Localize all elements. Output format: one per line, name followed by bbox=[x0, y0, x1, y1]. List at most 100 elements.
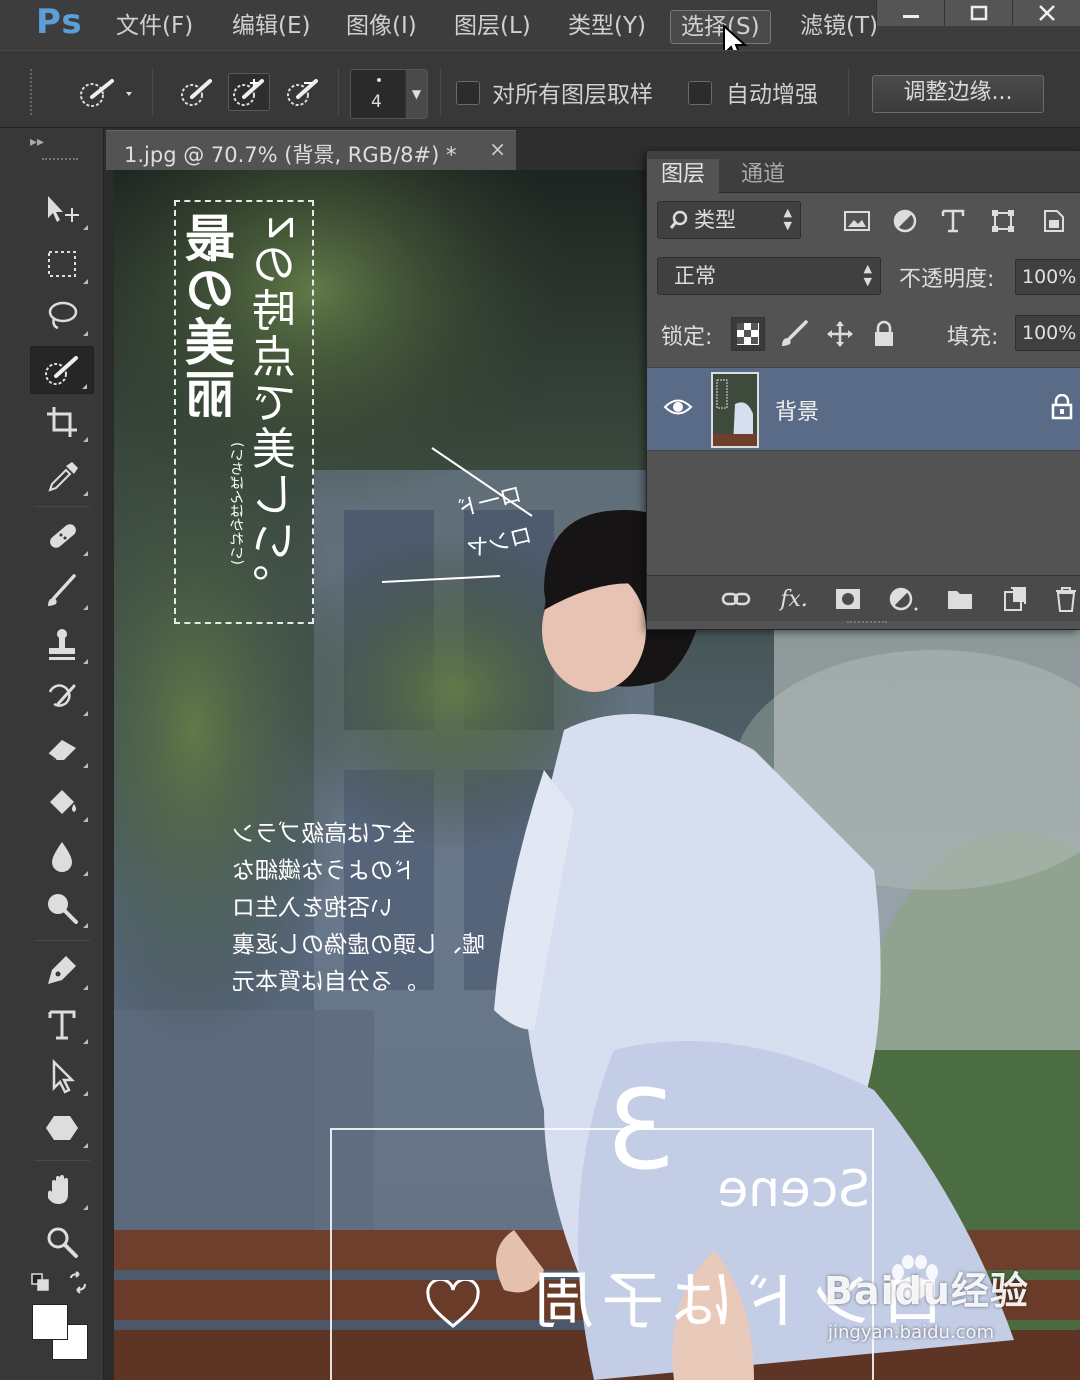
menu-layer[interactable]: 图层(L) bbox=[444, 10, 541, 44]
tab-channels[interactable]: 通道 bbox=[727, 159, 799, 193]
shape-tool[interactable] bbox=[30, 1104, 94, 1152]
filter-smart-objects-button[interactable] bbox=[1037, 205, 1069, 237]
sample-all-layers-label: 对所有图层取样 bbox=[492, 82, 653, 108]
type-icon bbox=[48, 1010, 76, 1040]
document-tab[interactable]: 1.jpg @ 70.7% (背景, RGB/8#) * × bbox=[106, 130, 516, 170]
maximize-button[interactable] bbox=[944, 0, 1012, 26]
body-text-line: 。る分自は質本元 bbox=[232, 969, 416, 995]
layer-row-background[interactable]: 背景 bbox=[647, 367, 1080, 451]
link-layers-button[interactable] bbox=[721, 584, 751, 614]
eraser-icon bbox=[47, 740, 76, 761]
marquee-tool[interactable] bbox=[30, 240, 94, 288]
type-icon bbox=[941, 209, 965, 233]
swap-colors-icon[interactable] bbox=[66, 1270, 90, 1294]
title-text-selection[interactable]: 最の美丽 (いちばんはかれい) zの時点で美しい。 bbox=[174, 200, 314, 624]
refine-edge-button[interactable]: 调整边缘... bbox=[872, 75, 1044, 113]
move-tool[interactable] bbox=[30, 186, 94, 234]
lasso-tool[interactable] bbox=[30, 292, 94, 340]
menu-type[interactable]: 类型(Y) bbox=[558, 10, 656, 44]
healing-brush-tool[interactable] bbox=[30, 512, 94, 560]
delete-layer-button[interactable] bbox=[1051, 584, 1080, 614]
document-tab-label: 1.jpg @ 70.7% (背景, RGB/8#) * bbox=[124, 143, 457, 167]
filter-type-layers-button[interactable] bbox=[937, 205, 969, 237]
quick-selection-tool[interactable] bbox=[30, 346, 94, 394]
clone-stamp-tool[interactable] bbox=[30, 620, 94, 668]
eye-icon[interactable] bbox=[663, 396, 693, 418]
new-selection-brush[interactable] bbox=[176, 73, 218, 111]
options-grip[interactable] bbox=[30, 69, 32, 115]
eyedropper-tool[interactable] bbox=[30, 452, 94, 500]
collapse-panel-icon[interactable]: ▸▸ bbox=[30, 134, 44, 150]
new-layer-icon bbox=[1004, 587, 1026, 611]
chevron-down-icon[interactable]: ▼ bbox=[405, 70, 427, 118]
close-document-icon[interactable]: × bbox=[489, 137, 506, 161]
add-mask-button[interactable] bbox=[833, 584, 863, 614]
lock-image-pixels-button[interactable] bbox=[777, 317, 811, 351]
subtract-from-selection-brush[interactable] bbox=[282, 73, 324, 111]
filter-shape-layers-button[interactable] bbox=[987, 205, 1019, 237]
panel-resize-grip[interactable] bbox=[847, 621, 887, 627]
tools-grip[interactable] bbox=[42, 158, 78, 164]
add-to-selection-brush[interactable] bbox=[228, 73, 270, 111]
default-colors-icon[interactable] bbox=[30, 1272, 52, 1294]
new-group-button[interactable] bbox=[945, 584, 975, 614]
hand-tool[interactable] bbox=[30, 1166, 94, 1214]
eraser-tool[interactable] bbox=[30, 724, 94, 772]
lock-label: 锁定: bbox=[661, 325, 713, 350]
sample-all-layers-checkbox[interactable] bbox=[456, 81, 480, 105]
pen-icon bbox=[48, 956, 76, 984]
polygon-shape-icon bbox=[46, 1116, 78, 1140]
foreground-color-swatch[interactable] bbox=[32, 1304, 68, 1340]
history-brush-tool[interactable] bbox=[30, 672, 94, 720]
fill-field[interactable]: 100% bbox=[1015, 315, 1080, 351]
layer-filter-label: 类型 bbox=[694, 208, 736, 232]
menu-image[interactable]: 图像(I) bbox=[336, 10, 427, 44]
blend-mode-select[interactable]: 正常 ▲ ▼ bbox=[657, 257, 881, 295]
brush-size-picker[interactable]: 4 ▼ bbox=[350, 69, 428, 119]
auto-enhance-label: 自动增强 bbox=[726, 82, 818, 108]
menu-filter[interactable]: 滤镜(T) bbox=[790, 10, 888, 44]
zoom-tool[interactable] bbox=[30, 1218, 94, 1266]
blur-tool[interactable] bbox=[30, 832, 94, 880]
filter-pixel-layers-button[interactable] bbox=[841, 205, 873, 237]
smart-object-icon bbox=[1044, 210, 1064, 232]
auto-enhance-checkbox[interactable] bbox=[688, 81, 712, 105]
minimize-button[interactable] bbox=[876, 0, 944, 26]
separator bbox=[848, 69, 849, 115]
half-circle-icon bbox=[889, 587, 918, 611]
type-tool[interactable] bbox=[30, 1000, 94, 1048]
add-layer-style-button[interactable]: fx. bbox=[779, 584, 809, 614]
filter-adjustment-layers-button[interactable] bbox=[889, 205, 921, 237]
tab-layers[interactable]: 图层 bbox=[647, 159, 720, 193]
pen-tool[interactable] bbox=[30, 946, 94, 994]
lock-all-button[interactable] bbox=[867, 317, 901, 351]
layer-name[interactable]: 背景 bbox=[775, 394, 819, 426]
tool-preset-picker[interactable] bbox=[64, 73, 144, 111]
folder-icon bbox=[948, 591, 972, 609]
crop-tool[interactable] bbox=[30, 398, 94, 446]
lock-position-button[interactable] bbox=[823, 317, 857, 351]
new-adjustment-layer-button[interactable] bbox=[889, 584, 919, 614]
path-selection-arrow-icon bbox=[52, 1058, 76, 1094]
stamp-icon bbox=[49, 629, 75, 660]
mask-icon bbox=[836, 589, 860, 609]
dodge-tool[interactable] bbox=[30, 884, 94, 932]
lock-transparent-pixels-button[interactable] bbox=[731, 317, 765, 351]
close-window-button[interactable] bbox=[1012, 0, 1080, 26]
layer-thumbnail-image bbox=[713, 374, 757, 446]
menu-edit[interactable]: 编辑(E) bbox=[222, 10, 320, 44]
brush-tool[interactable] bbox=[30, 566, 94, 614]
layer-filter-select[interactable]: 类型 ▲ ▼ bbox=[657, 201, 801, 239]
panel-grip[interactable] bbox=[647, 151, 1080, 159]
lock-icon bbox=[875, 320, 893, 346]
path-selection-tool[interactable] bbox=[30, 1052, 94, 1100]
fx-icon: fx. bbox=[780, 586, 808, 612]
opacity-field[interactable]: 100% bbox=[1015, 259, 1080, 295]
new-layer-button[interactable] bbox=[999, 584, 1029, 614]
layers-list-empty-area[interactable] bbox=[647, 451, 1080, 575]
tool-options-bar: 4 ▼ 对所有图层取样 自动增强 调整边缘... bbox=[0, 50, 1080, 128]
brush-add-selection-icon bbox=[233, 79, 264, 106]
menu-file[interactable]: 文件(F) bbox=[106, 10, 203, 44]
menu-select[interactable]: 选择(S) bbox=[670, 10, 771, 44]
paint-bucket-tool[interactable] bbox=[30, 778, 94, 826]
